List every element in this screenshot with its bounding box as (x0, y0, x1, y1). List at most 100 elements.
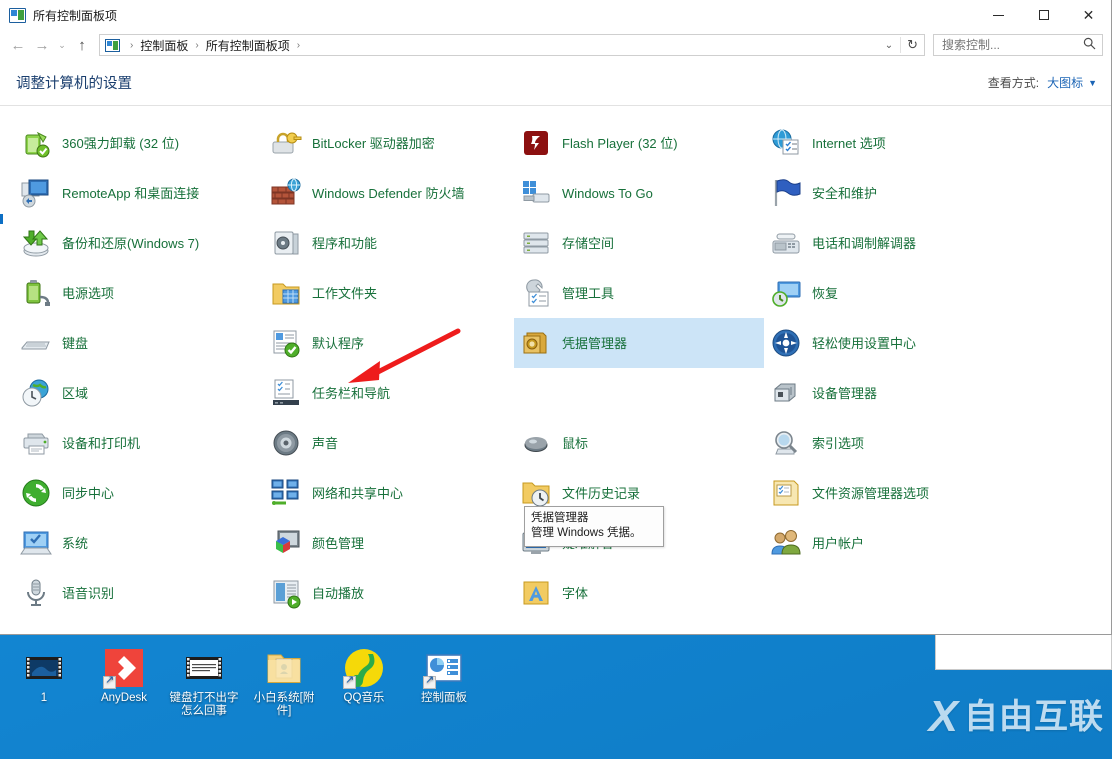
control-panel-item[interactable]: 文件资源管理器选项 (764, 468, 1014, 518)
breadcrumb-separator: › (190, 40, 203, 51)
control-panel-item[interactable]: 字体 (514, 568, 764, 618)
control-panel-item[interactable]: 凭据管理器 (514, 318, 764, 368)
control-panel-item[interactable]: 网络和共享中心 (264, 468, 514, 518)
control-panel-item-label: 颜色管理 (312, 535, 364, 552)
shortcut-overlay-icon (343, 676, 356, 689)
control-panel-item[interactable]: 程序和功能 (264, 218, 514, 268)
control-panel-item-label: 键盘 (62, 335, 88, 352)
control-panel-item[interactable]: 管理工具 (514, 268, 764, 318)
desktop-icon[interactable]: 1 (8, 648, 80, 705)
control-panel-item-label: 凭据管理器 (562, 335, 627, 352)
control-panel-item-label: 管理工具 (562, 285, 614, 302)
control-panel-empty-cell (514, 368, 764, 418)
region-icon (20, 377, 52, 409)
search-box[interactable] (933, 34, 1103, 56)
video-thumbnail-icon (24, 648, 64, 688)
control-panel-item[interactable]: 索引选项 (764, 418, 1014, 468)
control-panel-item[interactable]: 默认程序 (264, 318, 514, 368)
control-panel-item-label: 语音识别 (62, 585, 114, 602)
control-panel-item-label: 自动播放 (312, 585, 364, 602)
control-panel-icon (9, 8, 26, 23)
phone-modem-icon (770, 227, 802, 259)
page-title: 调整计算机的设置 (16, 72, 132, 93)
recovery-icon (770, 277, 802, 309)
devices-printers-icon (20, 427, 52, 459)
control-panel-item-label: 网络和共享中心 (312, 485, 403, 502)
control-panel-item[interactable]: Windows To Go (514, 168, 764, 218)
breadcrumb-separator[interactable]: › (292, 40, 305, 51)
control-panel-item[interactable]: 语音识别 (14, 568, 264, 618)
control-panel-item-label: 文件资源管理器选项 (812, 485, 929, 502)
address-bar-right-controls: ⌄ ↻ (878, 37, 924, 53)
desktop-icon[interactable]: 控制面板 (408, 648, 480, 705)
control-panel-item-label: 设备和打印机 (62, 435, 140, 452)
breadcrumb-item-all-items[interactable]: 所有控制面板项 (204, 37, 292, 54)
search-input[interactable] (940, 37, 1083, 53)
control-panel-item-label: BitLocker 驱动器加密 (312, 135, 435, 152)
window-titlebar[interactable]: 所有控制面板项 ✕ (0, 0, 1111, 30)
control-panel-item[interactable]: 声音 (264, 418, 514, 468)
taskbar-navigation-icon (270, 377, 302, 409)
control-panel-item-label: 字体 (562, 585, 588, 602)
control-panel-item[interactable]: 设备和打印机 (14, 418, 264, 468)
control-panel-item-label: 360强力卸载 (32 位) (62, 135, 179, 152)
control-panel-item[interactable]: 系统 (14, 518, 264, 568)
control-panel-item[interactable]: 轻松使用设置中心 (764, 318, 1014, 368)
up-button-icon[interactable]: ↑ (70, 33, 94, 57)
system-icon (20, 527, 52, 559)
device-manager-icon (770, 377, 802, 409)
control-panel-item[interactable]: Internet 选项 (764, 118, 1014, 168)
control-panel-item[interactable]: 电源选项 (14, 268, 264, 318)
control-panel-item[interactable]: 区域 (14, 368, 264, 418)
desktop-icon[interactable]: AnyDesk (88, 648, 160, 705)
control-panel-item[interactable]: 颜色管理 (264, 518, 514, 568)
forward-button-icon[interactable]: → (30, 33, 54, 57)
control-panel-item[interactable]: 同步中心 (14, 468, 264, 518)
breadcrumb-control-panel-icon[interactable] (105, 39, 120, 52)
desktop-icon[interactable]: 键盘打不出字怎么回事 (168, 648, 240, 718)
control-panel-item[interactable]: RemoteApp 和桌面连接 (14, 168, 264, 218)
control-panel-window: 所有控制面板项 ✕ ← → ⌄ ↑ › 控制面板 › 所有控制面板项 › ⌄ ↻ (0, 0, 1112, 635)
minimize-button[interactable] (976, 0, 1021, 30)
control-panel-item[interactable]: 鼠标 (514, 418, 764, 468)
chevron-down-icon[interactable]: ⌄ (878, 40, 900, 51)
back-button-icon[interactable]: ← (6, 33, 30, 57)
control-panel-item[interactable]: 键盘 (14, 318, 264, 368)
search-icon[interactable] (1083, 37, 1096, 53)
control-panel-item[interactable]: 存储空间 (514, 218, 764, 268)
control-panel-item[interactable]: BitLocker 驱动器加密 (264, 118, 514, 168)
control-panel-item[interactable]: 设备管理器 (764, 368, 1014, 418)
control-panel-item[interactable]: Windows Defender 防火墙 (264, 168, 514, 218)
control-panel-shortcut-icon (424, 648, 464, 688)
breadcrumb-item-control-panel[interactable]: 控制面板 (138, 37, 190, 54)
control-panel-item[interactable]: 360强力卸载 (32 位) (14, 118, 264, 168)
control-panel-item[interactable]: 任务栏和导航 (264, 368, 514, 418)
maximize-button[interactable] (1021, 0, 1066, 30)
desktop-icon[interactable]: QQ音乐 (328, 648, 400, 705)
desktop-icon[interactable]: 小白系统[附件] (248, 648, 320, 718)
control-panel-item-label: 恢复 (812, 285, 838, 302)
control-panel-item-label: RemoteApp 和桌面连接 (62, 185, 199, 202)
view-by-value[interactable]: 大图标 (1047, 74, 1083, 91)
uninstall-360-icon (20, 127, 52, 159)
autoplay-icon (270, 577, 302, 609)
view-by-control[interactable]: 查看方式: 大图标 ▼ (988, 74, 1097, 91)
recent-locations-icon[interactable]: ⌄ (54, 33, 70, 57)
control-panel-item-label: 电源选项 (62, 285, 114, 302)
control-panel-item[interactable]: 用户帐户 (764, 518, 1014, 568)
refresh-icon[interactable]: ↻ (900, 37, 924, 53)
control-panel-item[interactable]: 电话和调制解调器 (764, 218, 1014, 268)
control-panel-item[interactable]: 备份和还原(Windows 7) (14, 218, 264, 268)
control-panel-item[interactable]: Flash Player (32 位) (514, 118, 764, 168)
control-panel-item[interactable]: 自动播放 (264, 568, 514, 618)
close-button[interactable]: ✕ (1066, 0, 1111, 30)
desktop-icon-label: 1 (8, 692, 80, 705)
control-panel-item-label: 索引选项 (812, 435, 864, 452)
flash-player-icon (520, 127, 552, 159)
chevron-down-icon[interactable]: ▼ (1088, 78, 1097, 88)
control-panel-item[interactable]: 恢复 (764, 268, 1014, 318)
breadcrumb[interactable]: › 控制面板 › 所有控制面板项 › ⌄ ↻ (99, 34, 925, 56)
control-panel-item[interactable]: 安全和维护 (764, 168, 1014, 218)
control-panel-item[interactable]: 工作文件夹 (264, 268, 514, 318)
background-window[interactable] (935, 632, 1112, 670)
